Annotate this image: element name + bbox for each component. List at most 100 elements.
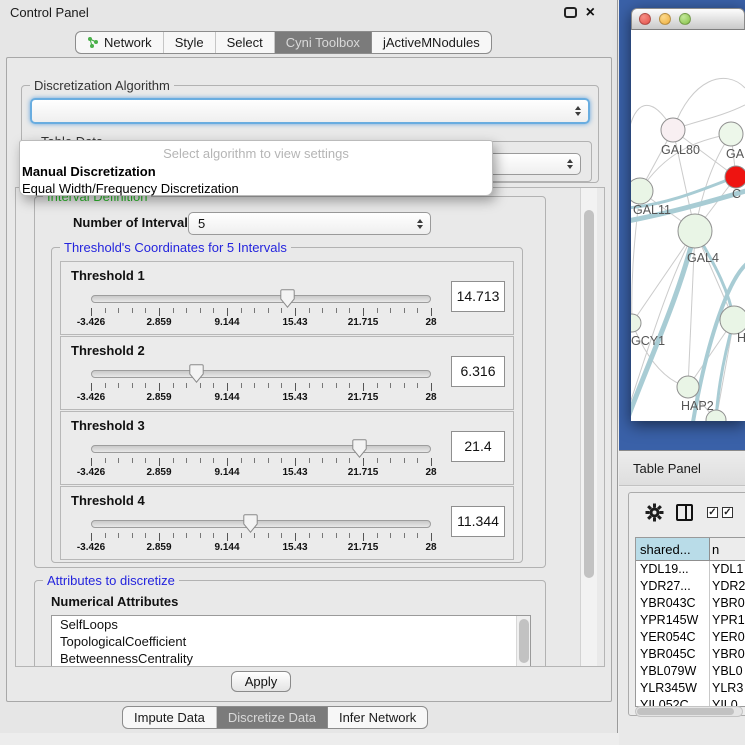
threshold-label: Threshold 3: [71, 418, 145, 433]
table-row[interactable]: YBR045CYBR0: [636, 646, 745, 663]
threshold-value-field[interactable]: 11.344: [451, 506, 505, 537]
tab-cyni-toolbox[interactable]: Cyni Toolbox: [274, 32, 371, 53]
network-node-H[interactable]: [720, 306, 745, 334]
tab-jactivemnodules[interactable]: jActiveMNodules: [371, 32, 491, 53]
attributes-scrollbar[interactable]: [516, 616, 530, 667]
slider-track[interactable]: [91, 295, 431, 303]
tab-infer-network[interactable]: Infer Network: [327, 707, 427, 728]
cell-shared-name[interactable]: YBL079W: [636, 663, 710, 680]
attribute-list-item[interactable]: TopologicalCoefficient: [52, 633, 530, 650]
slider-scale-label: 21.715: [348, 542, 379, 553]
slider-tick: [295, 458, 296, 466]
network-node-GAL4[interactable]: [678, 214, 712, 248]
network-window-titlebar: [631, 8, 745, 30]
close-icon[interactable]: ×: [586, 7, 595, 18]
attributes-group-title: Attributes to discretize: [43, 573, 179, 588]
cell-shared-name[interactable]: YDR27...: [636, 578, 710, 595]
minimize-traffic-light-icon[interactable]: [659, 13, 671, 25]
slider-tick: [213, 458, 214, 463]
slider-tick: [431, 383, 432, 391]
slider-track[interactable]: [91, 445, 431, 453]
slider-scale-label: 21.715: [348, 467, 379, 478]
tab-style-label: Style: [175, 35, 204, 50]
cell-shared-name[interactable]: YBR045C: [636, 646, 710, 663]
tab-discretize-data[interactable]: Discretize Data: [216, 707, 327, 728]
threshold-value-field[interactable]: 6.316: [451, 356, 505, 387]
slider-thumb[interactable]: [189, 364, 204, 383]
attribute-list-item[interactable]: BetweennessCentrality: [52, 650, 530, 667]
slider-thumb[interactable]: [280, 289, 295, 308]
slider-tick: [227, 458, 228, 466]
attributes-scrollbar-thumb[interactable]: [519, 619, 529, 663]
close-traffic-light-icon[interactable]: [639, 13, 651, 25]
column-header-shared-name[interactable]: shared...: [636, 538, 710, 560]
network-node-HAP2[interactable]: [677, 376, 699, 398]
checkbox-icon[interactable]: ✓: [722, 507, 733, 518]
slider-track[interactable]: [91, 520, 431, 528]
slider-tick: [200, 458, 201, 463]
attribute-list-item[interactable]: SelfLoops: [52, 616, 530, 633]
table-row[interactable]: YPR145WYPR1: [636, 612, 745, 629]
checkbox-icon[interactable]: ✓: [707, 507, 718, 518]
slider-scale-label: 2.859: [146, 317, 171, 328]
cell-shared-name[interactable]: YER054C: [636, 629, 710, 646]
algorithm-option-equal-width[interactable]: Equal Width/Frequency Discretization: [20, 180, 492, 197]
discretization-algorithm-group-title: Discretization Algorithm: [30, 78, 174, 93]
network-node-GCY1[interactable]: [631, 314, 641, 332]
zoom-traffic-light-icon[interactable]: [679, 13, 691, 25]
settings-scrollbar-thumb[interactable]: [584, 210, 594, 578]
settings-scrollbar[interactable]: [580, 188, 597, 666]
cell-name[interactable]: YLR3: [710, 680, 745, 697]
threshold-value-field[interactable]: 14.713: [451, 281, 505, 312]
table-hscrollbar-thumb[interactable]: [637, 708, 734, 715]
tab-select[interactable]: Select: [215, 32, 274, 53]
table-row[interactable]: YBR043CYBR0: [636, 595, 745, 612]
cell-shared-name[interactable]: YBR043C: [636, 595, 710, 612]
slider-track[interactable]: [91, 370, 431, 378]
slider-tick: [241, 308, 242, 313]
table-row[interactable]: YER054CYER0: [636, 629, 745, 646]
slider-tick: [227, 533, 228, 541]
cell-name[interactable]: YER0: [710, 629, 745, 646]
tab-cyni-toolbox-label: Cyni Toolbox: [286, 35, 360, 50]
float-window-icon[interactable]: [564, 7, 577, 18]
number-of-intervals-combobox[interactable]: 5: [188, 212, 431, 235]
algorithm-combobox[interactable]: [30, 98, 590, 124]
column-view-icon[interactable]: [676, 504, 693, 521]
cell-shared-name[interactable]: YLR345W: [636, 680, 710, 697]
cell-name[interactable]: YDR2: [710, 578, 745, 595]
threshold-value-field[interactable]: 21.4: [451, 431, 505, 462]
tab-impute-data[interactable]: Impute Data: [123, 707, 216, 728]
network-node-GAL80[interactable]: [661, 118, 685, 142]
cell-shared-name[interactable]: YDL19...: [636, 561, 710, 578]
table-horizontal-scrollbar[interactable]: [635, 706, 743, 717]
network-node-C[interactable]: [725, 166, 745, 188]
table-row[interactable]: YDR27...YDR2: [636, 578, 745, 595]
algorithm-option-manual[interactable]: Manual Discretization: [20, 161, 492, 180]
cell-name[interactable]: YPR1: [710, 612, 745, 629]
number-of-intervals-label: Number of Intervals: [73, 215, 195, 230]
cell-name[interactable]: YBR0: [710, 595, 745, 612]
tab-style[interactable]: Style: [163, 32, 215, 53]
slider-thumb[interactable]: [243, 514, 258, 533]
table-row[interactable]: YLR345WYLR3: [636, 680, 745, 697]
slider-thumb[interactable]: [352, 439, 367, 458]
slider-tick: [281, 308, 282, 313]
tab-network[interactable]: Network: [76, 32, 163, 53]
network-node-GAL11[interactable]: [631, 178, 653, 204]
apply-button[interactable]: Apply: [231, 671, 291, 692]
cell-name[interactable]: YBR0: [710, 646, 745, 663]
combobox-stepper-icon: [567, 159, 573, 169]
table-row[interactable]: YDL19...YDL1: [636, 561, 745, 578]
gear-icon[interactable]: [645, 503, 664, 527]
slider-tick: [132, 383, 133, 388]
threshold-label: Threshold 2: [71, 343, 145, 358]
cell-name[interactable]: YDL1: [710, 561, 745, 578]
table-row[interactable]: YBL079WYBL0: [636, 663, 745, 680]
slider-scale-label: 2.859: [146, 542, 171, 553]
column-header-name[interactable]: n: [710, 538, 745, 560]
cell-shared-name[interactable]: YPR145W: [636, 612, 710, 629]
network-node-GA[interactable]: [719, 122, 743, 146]
network-canvas[interactable]: GAL80GACGAL11GAL4GCY1HHAP2: [631, 30, 745, 421]
cell-name[interactable]: YBL0: [710, 663, 745, 680]
